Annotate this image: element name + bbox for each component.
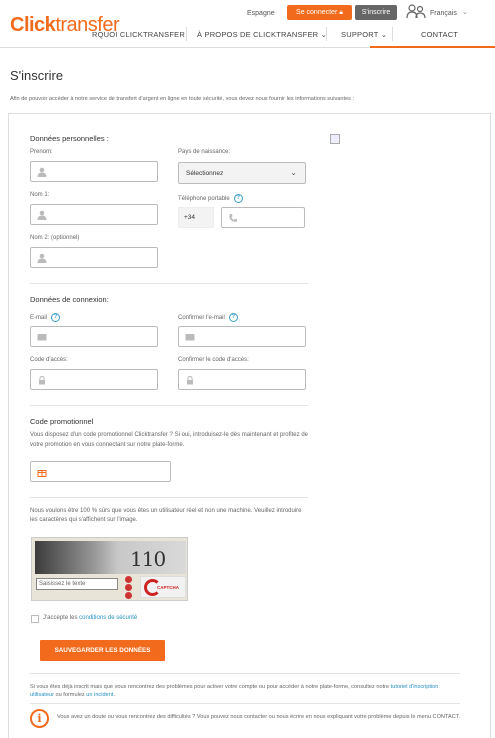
- nav-active-underline: [370, 46, 495, 48]
- section-divider: [30, 497, 308, 498]
- phone-icon: [229, 214, 237, 222]
- phone-input[interactable]: [221, 207, 305, 228]
- captcha-controls: [125, 576, 135, 600]
- nav-divider: [186, 27, 187, 41]
- footer-contact-text: Vous avez un doute ou vous rencontrez de…: [57, 714, 461, 720]
- help-icon[interactable]: ?: [228, 313, 238, 322]
- login-section-title: Données de connexion:: [30, 295, 109, 304]
- nav-divider: [392, 27, 393, 41]
- lastname1-label: Nom 1:: [30, 192, 50, 198]
- lastname1-input[interactable]: [30, 204, 158, 225]
- info-icon: i: [30, 709, 49, 728]
- country-link[interactable]: Espagne: [247, 10, 275, 17]
- save-button[interactable]: SAUVEGARDER LES DONNÉES: [40, 640, 165, 661]
- login-button[interactable]: Se connecter 🔒︎: [287, 5, 352, 20]
- register-button[interactable]: S'inscrire: [355, 5, 397, 20]
- intro-text: Afin de pouvoir accéder à notre service …: [10, 96, 355, 102]
- help-icon[interactable]: ?: [233, 194, 243, 203]
- language-select[interactable]: Français: [430, 10, 457, 17]
- lock-icon: [39, 375, 45, 385]
- chevron-down-icon: ⌄: [462, 9, 468, 16]
- footer-text-mid: ou formulez: [53, 692, 87, 698]
- promo-code-input[interactable]: [30, 461, 171, 482]
- footer-text-end: .: [113, 692, 115, 698]
- envelope-icon: [37, 334, 47, 341]
- email-label-wrap: E-mail?: [30, 313, 61, 322]
- confirm-email-label-wrap: Confirmer l'e-mail?: [178, 313, 238, 322]
- nav-about[interactable]: À PROPOS DE CLICKTRANSFER ⌄: [197, 30, 327, 39]
- lastname2-label: Nom 2: (optionnel): [30, 235, 80, 241]
- terms-prefix: J'accepte les: [43, 615, 80, 621]
- captcha-widget: 110 Saisissez le texte CAPTCHA: [31, 537, 188, 601]
- logo-part1: Click: [10, 14, 56, 36]
- firstname-label: Prenom:: [30, 149, 53, 155]
- captcha-image: 110: [35, 541, 186, 574]
- section-divider: [30, 405, 308, 406]
- incident-link[interactable]: un incident: [86, 692, 113, 698]
- user-icon: [37, 210, 47, 220]
- audio-icon[interactable]: [125, 584, 132, 591]
- login-label: Se connecter: [296, 9, 338, 16]
- nav-support[interactable]: SUPPORT ⌄: [341, 30, 387, 39]
- personal-section-title: Données personnelles :: [30, 134, 109, 143]
- captcha-logo: CAPTCHA: [140, 576, 186, 598]
- nav-contact[interactable]: CONTACT: [421, 30, 458, 39]
- gift-icon: [37, 470, 47, 477]
- phone-label: Téléphone portable: [178, 196, 230, 203]
- confirm-email-label: Confirmer l'e-mail: [178, 315, 225, 322]
- email-label: E-mail: [30, 315, 48, 322]
- phone-prefix: +34: [178, 207, 214, 228]
- page-title: S'inscrire: [10, 68, 64, 83]
- captcha-word: 110: [130, 547, 166, 571]
- chevron-down-icon: ⌄: [290, 168, 297, 177]
- lastname2-input[interactable]: [30, 247, 158, 268]
- birth-country-label: Pays de naissance:: [178, 149, 231, 155]
- user-icon: [37, 167, 47, 177]
- phone-label-wrap: Téléphone portable?: [178, 194, 243, 203]
- terms-link[interactable]: conditions de sécurité: [79, 615, 137, 621]
- terms-checkbox[interactable]: [31, 615, 39, 623]
- promo-text: Vous disposez d'un code promotionnel Cli…: [30, 432, 308, 448]
- user-icon: [37, 253, 47, 263]
- birth-country-value: Sélectionnez: [186, 170, 224, 177]
- lock-icon: 🔒︎: [339, 9, 343, 16]
- password-label: Code d'accès:: [30, 357, 68, 363]
- promo-section-title: Code promotionnel: [30, 417, 94, 426]
- confirm-password-label: Confirmer le code d'accès:: [178, 357, 249, 363]
- birth-country-select[interactable]: Sélectionnez ⌄: [178, 162, 306, 184]
- envelope-icon: [185, 334, 195, 341]
- section-divider: [30, 703, 460, 704]
- nav-divider: [326, 27, 327, 41]
- help-icon[interactable]: ?: [51, 313, 61, 322]
- confirm-email-input[interactable]: [178, 326, 306, 347]
- site-header: Clicktransfer Espagne Se connecter 🔒︎ S'…: [0, 0, 495, 48]
- nav-why[interactable]: RQUOI CLICKTRANSFER: [92, 30, 185, 39]
- terms-label: J'accepte les conditions de sécurité: [43, 615, 137, 621]
- footer-text-start: Si vous êtes déjà inscrit mais que vous …: [30, 684, 391, 690]
- footer-help-text: Si vous êtes déjà inscrit mais que vous …: [30, 683, 462, 699]
- refresh-icon[interactable]: [125, 576, 132, 583]
- people-icon[interactable]: [406, 4, 426, 20]
- broken-image-icon: [330, 134, 340, 144]
- password-input[interactable]: [30, 369, 158, 390]
- chevron-down-icon: ⌄: [380, 30, 388, 39]
- lock-icon: [187, 375, 193, 385]
- confirm-password-input[interactable]: [178, 369, 306, 390]
- email-input[interactable]: [30, 326, 158, 347]
- help-icon[interactable]: [125, 592, 132, 599]
- nav-support-label: SUPPORT: [341, 30, 379, 39]
- section-divider: [30, 673, 460, 674]
- captcha-input[interactable]: Saisissez le texte: [36, 578, 118, 590]
- section-divider: [30, 283, 308, 284]
- firstname-input[interactable]: [30, 161, 158, 182]
- nav-about-label: À PROPOS DE CLICKTRANSFER: [197, 30, 319, 39]
- captcha-instructions: Nous voulons être 100 % sûrs que vous êt…: [30, 508, 302, 523]
- captcha-logo-text: CAPTCHA: [157, 585, 179, 590]
